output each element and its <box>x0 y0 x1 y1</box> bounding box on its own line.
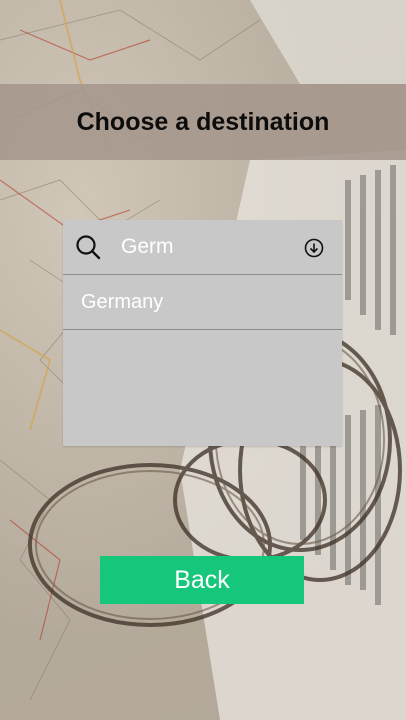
title-band: Choose a destination <box>0 84 406 160</box>
back-button[interactable]: Back <box>100 556 304 604</box>
search-row <box>63 220 342 275</box>
suggestion-item-germany[interactable]: Germany <box>63 275 342 330</box>
chevron-down-circle-icon[interactable] <box>304 238 324 258</box>
search-input[interactable] <box>121 230 291 264</box>
suggestion-label: Germany <box>81 290 164 313</box>
destination-search-panel: Germany <box>63 220 342 446</box>
page-title: Choose a destination <box>76 107 330 136</box>
search-icon <box>76 235 101 260</box>
